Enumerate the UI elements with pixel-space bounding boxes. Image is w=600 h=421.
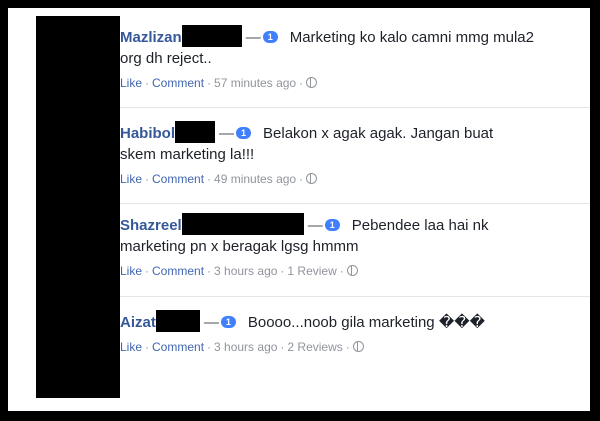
comment-text-continued: marketing pn x beragak lgsg hmmm	[120, 238, 359, 255]
redaction-box	[181, 213, 304, 235]
comment-actions: Like · Comment · 3 hours ago · 2 Reviews ·	[120, 339, 590, 355]
dash-separator: —	[245, 29, 261, 46]
comment-link[interactable]: Comment	[152, 172, 204, 186]
comment-text: Boooo...noob gila marketing ���	[247, 314, 485, 331]
reviews-link[interactable]: 2 Reviews	[287, 340, 342, 354]
globe-icon	[306, 77, 318, 88]
comment-panel: Mazlizan —1 Marketing ko kalo camni mmg mu…	[8, 8, 590, 411]
comment-item: Habibol —1 Belakon x agak agak. Jangan bua…	[120, 121, 590, 204]
comment-link[interactable]: Comment	[152, 264, 204, 278]
reviews-link[interactable]: 1 Review	[287, 264, 336, 278]
timestamp[interactable]: 3 hours ago	[214, 340, 277, 354]
dash-separator: —	[219, 125, 234, 142]
globe-icon	[352, 341, 364, 352]
commenter-name[interactable]: Shazreel	[120, 217, 182, 234]
comment-text: Marketing ko kalo camni mmg mula2	[289, 29, 534, 46]
dash-separator: —	[203, 314, 219, 331]
comment-actions: Like · Comment · 3 hours ago · 1 Review ·	[120, 263, 590, 279]
redaction-box	[155, 310, 200, 332]
like-link[interactable]: Like	[120, 76, 142, 90]
timestamp[interactable]: 3 hours ago	[214, 264, 277, 278]
comment-item: Aizat —1 Boooo...noob gila marketing ��� L…	[120, 310, 590, 370]
redaction-box	[175, 121, 215, 143]
commenter-name[interactable]: Aizat	[120, 314, 156, 331]
timestamp[interactable]: 49 minutes ago	[214, 172, 296, 186]
comment-text: Pebendee laa hai nk	[351, 217, 489, 234]
top-fan-badge: 1	[236, 127, 252, 139]
globe-icon	[306, 173, 318, 184]
commenter-name[interactable]: Habibol	[120, 125, 175, 142]
redaction-box	[181, 25, 242, 47]
like-link[interactable]: Like	[120, 264, 142, 278]
dash-separator: —	[307, 217, 323, 234]
comment-link[interactable]: Comment	[152, 76, 204, 90]
top-fan-badge: 1	[324, 219, 340, 231]
comment-text-continued: org dh reject..	[120, 50, 212, 67]
timestamp[interactable]: 57 minutes ago	[214, 76, 296, 90]
redacted-avatars	[36, 16, 120, 398]
like-link[interactable]: Like	[120, 340, 142, 354]
commenter-name[interactable]: Mazlizan	[120, 29, 182, 46]
top-fan-badge: 1	[262, 31, 278, 43]
comment-text: Belakon x agak agak. Jangan buat	[263, 125, 494, 142]
comment-actions: Like · Comment · 57 minutes ago ·	[120, 75, 590, 91]
comment-link[interactable]: Comment	[152, 340, 204, 354]
globe-icon	[346, 265, 358, 276]
like-link[interactable]: Like	[120, 172, 142, 186]
comment-item: Mazlizan —1 Marketing ko kalo camni mmg mu…	[120, 25, 590, 108]
comment-text-continued: skem marketing la!!!	[120, 146, 255, 163]
comment-actions: Like · Comment · 49 minutes ago ·	[120, 171, 590, 187]
top-fan-badge: 1	[220, 316, 236, 328]
comment-item: Shazreel —1 Pebendee laa hai nk marketing …	[120, 213, 590, 297]
